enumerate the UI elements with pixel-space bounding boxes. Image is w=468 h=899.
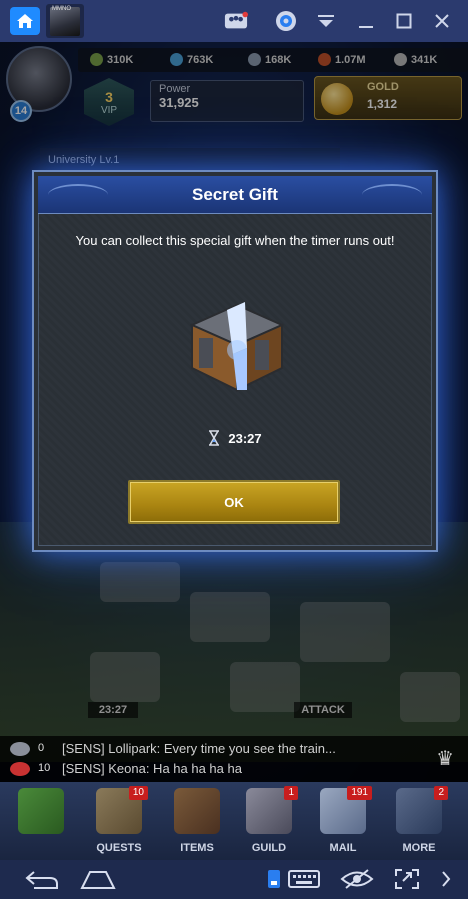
items-icon <box>174 788 220 834</box>
nav-guild[interactable]: 1 GUILD <box>236 786 302 856</box>
account-icon[interactable] <box>274 9 298 33</box>
chat-line: [SENS] Lollipark: Every time you see the… <box>62 741 336 756</box>
home-button[interactable] <box>10 7 40 35</box>
treasure-chest-icon <box>177 290 297 400</box>
system-navbar <box>0 860 468 899</box>
nav-label: MORE <box>402 842 436 854</box>
nav-realm[interactable] <box>8 786 74 856</box>
close-icon[interactable] <box>430 9 454 33</box>
guild-badge: 1 <box>284 786 298 800</box>
multi-instance-icon[interactable] <box>224 9 248 33</box>
quests-badge: 10 <box>128 786 148 800</box>
nav-label: QUESTS <box>96 842 142 854</box>
nav-items[interactable]: ITEMS <box>164 786 230 856</box>
nav-label: MAIL <box>329 842 357 854</box>
game-bottom-nav: 10 QUESTS ITEMS 1 GUILD 191 MAIL 2 MORE <box>0 782 468 860</box>
nav-label: ITEMS <box>180 842 214 854</box>
minimize-icon[interactable] <box>354 9 378 33</box>
timer-value: 23:27 <box>228 430 262 446</box>
emulator-titlebar: MMNO <box>0 0 468 42</box>
screen-icon[interactable] <box>266 868 282 896</box>
chat-strip[interactable]: 0 [SENS] Lollipark: Every time you see t… <box>0 736 468 782</box>
dialog-header: Secret Gift <box>38 176 432 214</box>
nav-mail[interactable]: 191 MAIL <box>310 786 376 856</box>
nav-label: GUILD <box>251 842 287 854</box>
secret-gift-dialog: Secret Gift You can collect this special… <box>32 170 438 552</box>
hourglass-icon <box>209 430 220 446</box>
house-icon <box>17 14 33 28</box>
chat-bubble-icon <box>10 762 30 776</box>
dialog-message: You can collect this special gift when t… <box>75 233 395 248</box>
countdown-timer: 23:27 <box>34 430 436 446</box>
keyboard-icon[interactable] <box>288 868 320 896</box>
dropdown-menu-icon[interactable] <box>314 9 338 33</box>
app-tab[interactable]: MMNO <box>46 4 84 38</box>
chat-line: [SENS] Keona: Ha ha ha ha ha <box>62 761 242 776</box>
app-tab-text: MMNO <box>52 6 71 12</box>
people-icon <box>10 742 30 756</box>
chat-count: 0 <box>38 742 45 754</box>
fullscreen-icon[interactable] <box>394 868 420 896</box>
chat-count: 10 <box>38 762 51 774</box>
crown-icon[interactable]: ♛ <box>436 746 454 771</box>
dialog-title: Secret Gift <box>192 185 278 204</box>
ok-button[interactable]: OK <box>128 480 340 524</box>
more-badge: 2 <box>434 786 448 800</box>
back-icon[interactable] <box>24 868 60 896</box>
home-icon[interactable] <box>80 868 116 896</box>
maximize-icon[interactable] <box>392 9 416 33</box>
visibility-icon[interactable] <box>340 868 374 896</box>
next-icon[interactable] <box>440 868 452 896</box>
nav-quests[interactable]: 10 QUESTS <box>86 786 152 856</box>
mail-badge: 191 <box>347 786 372 800</box>
realm-icon <box>18 788 64 834</box>
nav-more[interactable]: 2 MORE <box>386 786 452 856</box>
